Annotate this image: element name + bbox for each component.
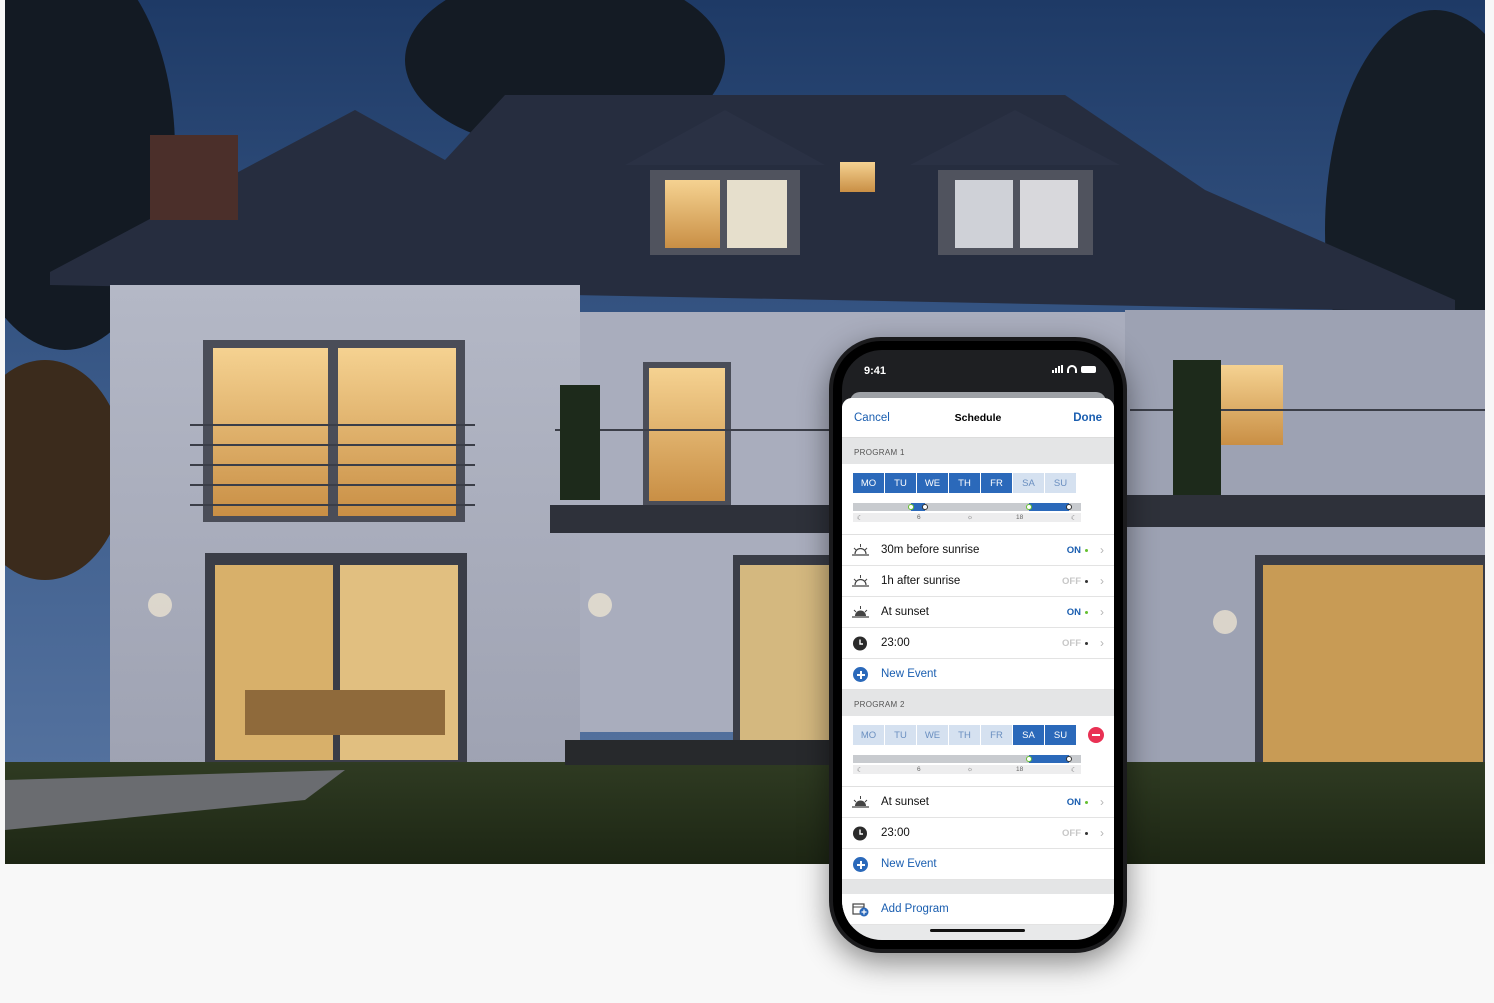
event-label: 23:00 (881, 637, 910, 649)
program-2-timeline: ☾ 6 ☼ 18 ☾ (853, 755, 1081, 779)
section-gap (842, 880, 1114, 894)
program-1-timeline: ☾ 6 ☼ 18 ☾ (853, 503, 1081, 527)
battery-icon (1081, 365, 1096, 373)
chevron-right-icon: › (1100, 543, 1104, 557)
moon-icon: ☾ (1071, 515, 1077, 522)
event-row[interactable]: 1h after sunrise OFF › (842, 566, 1114, 597)
phone-screen: 9:41 Cancel Schedule Done PROGRAM 1 MO T… (842, 350, 1114, 940)
schedule-sheet: Cancel Schedule Done PROGRAM 1 MO TU WE … (842, 398, 1114, 940)
program-2-settings: MO TU WE TH FR SA SU ☾ 6 ☼ 18 ☾ (842, 716, 1114, 787)
chevron-right-icon: › (1100, 605, 1104, 619)
sunrise-icon (852, 544, 869, 556)
timeline-on-segment (1029, 755, 1069, 763)
event-label: At sunset (881, 796, 929, 808)
timeline-tick-6: 6 (917, 766, 921, 773)
event-row[interactable]: 30m before sunrise ON › (842, 535, 1114, 566)
moon-icon: ☾ (1071, 767, 1077, 774)
event-row[interactable]: 23:00 OFF › (842, 818, 1114, 849)
moon-icon: ☾ (857, 515, 863, 522)
plus-circle-icon (853, 857, 868, 872)
day-toggle-we[interactable]: WE (917, 473, 948, 493)
timeline-tick-6: 6 (917, 514, 921, 521)
event-state: ON (1067, 607, 1088, 618)
done-button[interactable]: Done (1073, 412, 1102, 424)
calendar-add-icon (852, 903, 869, 917)
timeline-on-segment (1029, 503, 1069, 511)
event-state: OFF (1062, 828, 1088, 839)
day-toggle-fr[interactable]: FR (981, 725, 1012, 745)
event-row[interactable]: 23:00 OFF › (842, 628, 1114, 659)
moon-icon: ☾ (857, 767, 863, 774)
clock-icon (853, 636, 867, 651)
signal-icon (1052, 365, 1063, 373)
day-toggle-su[interactable]: SU (1045, 473, 1076, 493)
status-time: 9:41 (864, 365, 887, 377)
wifi-icon (1067, 365, 1077, 373)
phone-device: 9:41 Cancel Schedule Done PROGRAM 1 MO T… (829, 337, 1127, 953)
sun-icon: ☼ (967, 514, 973, 521)
event-row[interactable]: At sunset ON › (842, 597, 1114, 628)
chevron-right-icon: › (1100, 795, 1104, 809)
event-state: ON (1067, 797, 1088, 808)
event-row[interactable]: At sunset ON › (842, 787, 1114, 818)
chevron-right-icon: › (1100, 636, 1104, 650)
clock-icon (853, 826, 867, 841)
day-toggle-tu[interactable]: TU (885, 725, 916, 745)
program-1-settings: MO TU WE TH FR SA SU ☾ 6 ☼ 18 ☾ (842, 464, 1114, 535)
stage: 9:41 Cancel Schedule Done PROGRAM 1 MO T… (0, 0, 1494, 1003)
plus-circle-icon (853, 667, 868, 682)
event-state: ON (1067, 545, 1088, 556)
program-1-header: PROGRAM 1 (842, 438, 1114, 464)
event-label: At sunset (881, 606, 929, 618)
day-toggle-th[interactable]: TH (949, 473, 980, 493)
home-indicator[interactable] (930, 929, 1025, 932)
add-program-button[interactable]: Add Program (842, 894, 1114, 925)
new-event-label: New Event (881, 668, 937, 680)
house-photo (5, 0, 1485, 864)
timeline-event-marker (908, 504, 914, 510)
day-toggle-sa[interactable]: SA (1013, 725, 1044, 745)
day-toggle-sa[interactable]: SA (1013, 473, 1044, 493)
program-2-day-selector: MO TU WE TH FR SA SU (853, 725, 1114, 745)
event-label: 1h after sunrise (881, 575, 961, 587)
timeline-ticks: ☾ 6 ☼ 18 ☾ (853, 513, 1081, 522)
day-toggle-th[interactable]: TH (949, 725, 980, 745)
nav-bar: Cancel Schedule Done (842, 398, 1114, 438)
sunrise-icon (852, 575, 869, 587)
timeline-ticks: ☾ 6 ☼ 18 ☾ (853, 765, 1081, 774)
timeline-event-marker (1066, 756, 1072, 762)
new-event-button[interactable]: New Event (842, 659, 1114, 690)
remove-program-button[interactable] (1088, 727, 1104, 743)
sunset-icon (852, 606, 869, 618)
timeline-event-marker (922, 504, 928, 510)
day-toggle-we[interactable]: WE (917, 725, 948, 745)
new-event-button[interactable]: New Event (842, 849, 1114, 880)
chevron-right-icon: › (1100, 574, 1104, 588)
timeline-tick-18: 18 (1016, 514, 1024, 521)
page-footer-area (0, 864, 1494, 1003)
timeline-event-marker (1026, 756, 1032, 762)
day-toggle-su[interactable]: SU (1045, 725, 1076, 745)
sunset-icon (852, 796, 869, 808)
timeline-event-marker (1026, 504, 1032, 510)
program-1-day-selector: MO TU WE TH FR SA SU (853, 473, 1114, 493)
day-toggle-tu[interactable]: TU (885, 473, 916, 493)
add-program-label: Add Program (881, 903, 949, 915)
sun-icon: ☼ (967, 766, 973, 773)
event-state: OFF (1062, 576, 1088, 587)
event-label: 23:00 (881, 827, 910, 839)
day-toggle-fr[interactable]: FR (981, 473, 1012, 493)
event-state: OFF (1062, 638, 1088, 649)
day-toggle-mo[interactable]: MO (853, 473, 884, 493)
event-label: 30m before sunrise (881, 544, 980, 556)
new-event-label: New Event (881, 858, 937, 870)
timeline-tick-18: 18 (1016, 766, 1024, 773)
status-icons (1052, 365, 1096, 373)
day-toggle-mo[interactable]: MO (853, 725, 884, 745)
chevron-right-icon: › (1100, 826, 1104, 840)
program-2-header: PROGRAM 2 (842, 690, 1114, 716)
status-bar: 9:41 (842, 350, 1114, 386)
timeline-event-marker (1066, 504, 1072, 510)
